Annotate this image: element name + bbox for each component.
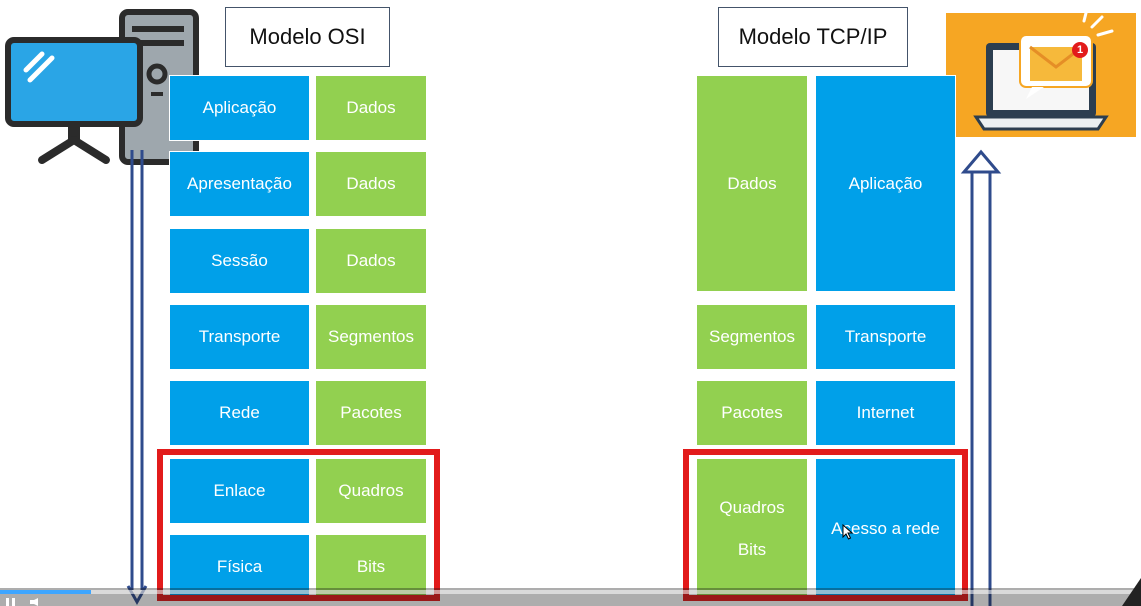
- osi-layer-aplicacao: Aplicação: [169, 75, 310, 141]
- osi-pdu-aplicacao: Dados: [315, 75, 427, 141]
- notification-badge: 1: [1072, 42, 1088, 58]
- osi-title: Modelo OSI: [225, 7, 390, 67]
- tcpip-pdu-transporte: Segmentos: [696, 304, 808, 370]
- osi-pdu-transporte: Segmentos: [315, 304, 427, 370]
- tcpip-layer-transporte: Transporte: [815, 304, 956, 370]
- osi-layer-sessao: Sessão: [169, 228, 310, 294]
- osi-layer-transporte: Transporte: [169, 304, 310, 370]
- tcpip-title: Modelo TCP/IP: [718, 7, 908, 67]
- progress-track[interactable]: [0, 590, 1141, 594]
- osi-pdu-apresentacao: Dados: [315, 151, 427, 217]
- osi-highlight-frame: [157, 449, 440, 601]
- tcpip-layer-aplicacao: Aplicação: [815, 75, 956, 292]
- volume-icon[interactable]: [30, 598, 46, 606]
- tcpip-highlight-frame: [683, 449, 968, 601]
- progress-fill: [0, 590, 92, 594]
- play-icon[interactable]: [6, 598, 18, 606]
- tcpip-layer-internet: Internet: [815, 380, 956, 446]
- tcpip-pdu-internet: Pacotes: [696, 380, 808, 446]
- corner-shape: [1122, 578, 1141, 606]
- osi-layer-apresentacao: Apresentação: [169, 151, 310, 217]
- osi-pdu-sessao: Dados: [315, 228, 427, 294]
- mouse-cursor-icon: [842, 524, 854, 540]
- osi-pdu-rede: Pacotes: [315, 380, 427, 446]
- osi-layer-rede: Rede: [169, 380, 310, 446]
- laptop-mail-notification-icon: 1: [946, 11, 1136, 137]
- tcpip-pdu-aplicacao: Dados: [696, 75, 808, 292]
